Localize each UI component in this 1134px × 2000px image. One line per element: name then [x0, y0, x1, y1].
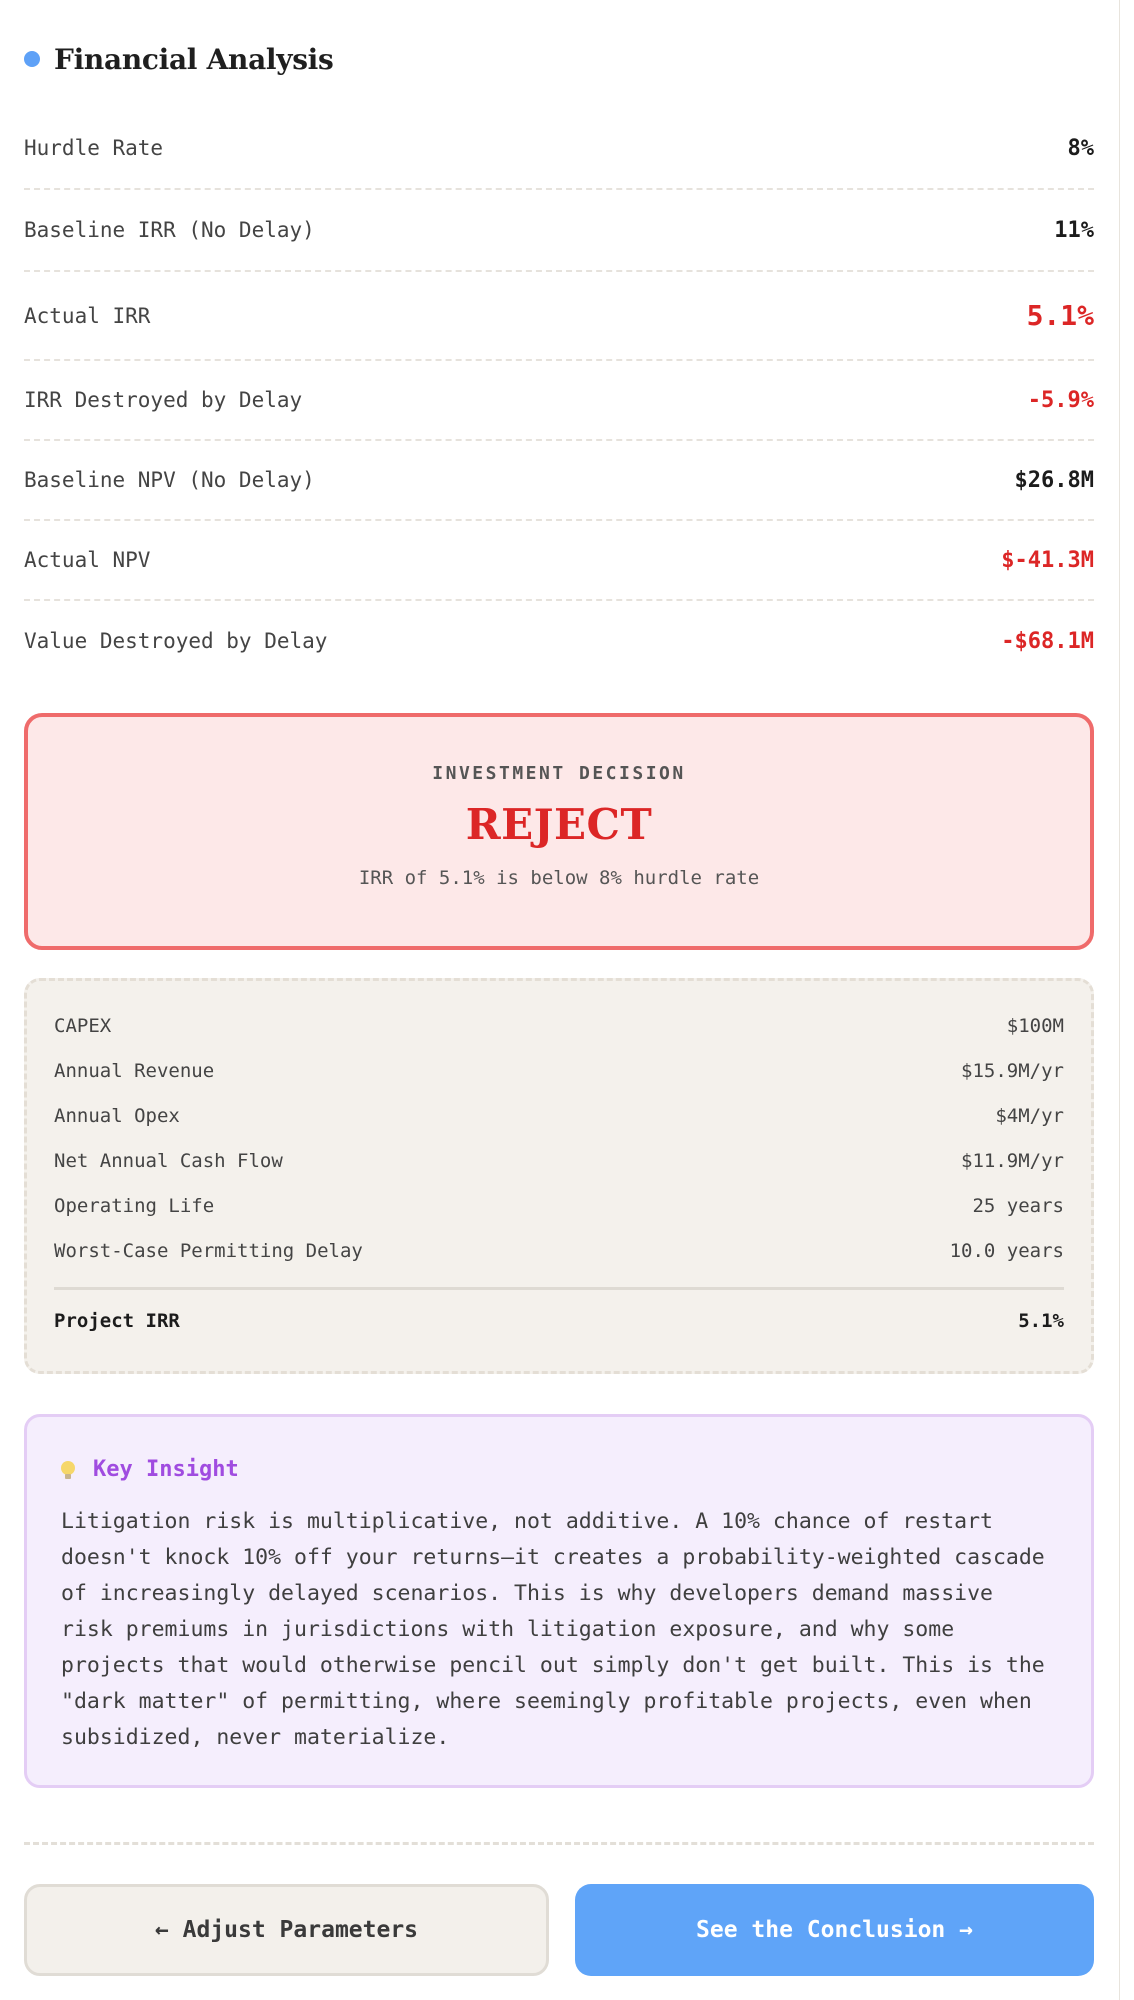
param-label: Worst-Case Permitting Delay	[54, 1239, 363, 1262]
param-value: $4M/yr	[995, 1104, 1064, 1127]
param-row-operating-life: Operating Life 25 years	[54, 1183, 1064, 1228]
content-panel: Financial Analysis Hurdle Rate 8% Baseli…	[0, 0, 1120, 2000]
metric-value: 8%	[1067, 135, 1095, 161]
metric-row-baseline-npv: Baseline NPV (No Delay) $26.8M	[24, 441, 1094, 521]
param-row-project-irr: Project IRR 5.1%	[54, 1290, 1064, 1352]
see-conclusion-button[interactable]: See the Conclusion →	[575, 1884, 1094, 1976]
metric-label: Hurdle Rate	[24, 136, 164, 160]
param-label: Annual Revenue	[54, 1059, 215, 1082]
lightbulb-icon	[61, 1460, 75, 1479]
param-value: 10.0 years	[949, 1239, 1064, 1262]
metric-label: Actual IRR	[24, 303, 151, 328]
param-value: $15.9M/yr	[961, 1059, 1064, 1082]
parameters-summary: CAPEX $100M Annual Revenue $15.9M/yr Ann…	[24, 978, 1094, 1374]
metric-value: $26.8M	[1014, 467, 1094, 493]
metric-value: 5.1%	[1026, 299, 1094, 332]
param-row-annual-revenue: Annual Revenue $15.9M/yr	[54, 1048, 1064, 1093]
metric-row-actual-irr: Actual IRR 5.1%	[24, 272, 1094, 361]
param-value: $11.9M/yr	[961, 1149, 1064, 1172]
param-row-permitting-delay: Worst-Case Permitting Delay 10.0 years	[54, 1228, 1064, 1273]
insight-header: Key Insight	[61, 1457, 1057, 1482]
param-row-annual-opex: Annual Opex $4M/yr	[54, 1093, 1064, 1138]
metric-row-irr-destroyed: IRR Destroyed by Delay -5.9%	[24, 361, 1094, 441]
metric-label: Value Destroyed by Delay	[24, 629, 328, 653]
investment-decision-card: INVESTMENT DECISION REJECT IRR of 5.1% i…	[24, 713, 1094, 950]
decision-verdict: REJECT	[465, 800, 653, 849]
metric-value: 11%	[1054, 217, 1094, 243]
metric-value: $-41.3M	[1001, 547, 1094, 573]
param-value: $100M	[1006, 1014, 1064, 1037]
metric-value: -5.9%	[1027, 387, 1094, 413]
param-value: 25 years	[972, 1194, 1064, 1217]
param-label: Annual Opex	[54, 1104, 180, 1127]
param-label: CAPEX	[54, 1014, 112, 1037]
metric-label: IRR Destroyed by Delay	[24, 388, 303, 412]
param-label: Net Annual Cash Flow	[54, 1149, 283, 1172]
param-total-value: 5.1%	[1018, 1310, 1064, 1332]
metric-row-hurdle-rate: Hurdle Rate 8%	[24, 108, 1094, 190]
section-dot-icon	[24, 51, 40, 67]
footer-divider	[24, 1842, 1094, 1845]
metric-label: Actual NPV	[24, 548, 151, 572]
key-insight-card: Key Insight Litigation risk is multiplic…	[24, 1414, 1094, 1788]
metric-value: -$68.1M	[1001, 628, 1094, 654]
section-title: Financial Analysis	[54, 42, 334, 76]
metric-row-baseline-irr: Baseline IRR (No Delay) 11%	[24, 190, 1094, 272]
decision-kicker: INVESTMENT DECISION	[432, 763, 686, 784]
metric-label: Baseline NPV (No Delay)	[24, 468, 315, 492]
param-row-net-cash-flow: Net Annual Cash Flow $11.9M/yr	[54, 1138, 1064, 1183]
metrics-list: Hurdle Rate 8% Baseline IRR (No Delay) 1…	[24, 108, 1094, 681]
metric-row-actual-npv: Actual NPV $-41.3M	[24, 521, 1094, 601]
decision-explanation: IRR of 5.1% is below 8% hurdle rate	[358, 867, 760, 889]
metric-label: Baseline IRR (No Delay)	[24, 218, 315, 242]
param-row-capex: CAPEX $100M	[54, 1003, 1064, 1048]
param-label: Operating Life	[54, 1194, 215, 1217]
insight-body: Litigation risk is multiplicative, not a…	[61, 1509, 1045, 1750]
insight-title: Key Insight	[93, 1457, 239, 1482]
param-total-label: Project IRR	[54, 1310, 180, 1332]
metric-row-value-destroyed: Value Destroyed by Delay -$68.1M	[24, 601, 1094, 681]
adjust-parameters-button[interactable]: ← Adjust Parameters	[24, 1884, 549, 1976]
section-header: Financial Analysis	[24, 38, 334, 80]
